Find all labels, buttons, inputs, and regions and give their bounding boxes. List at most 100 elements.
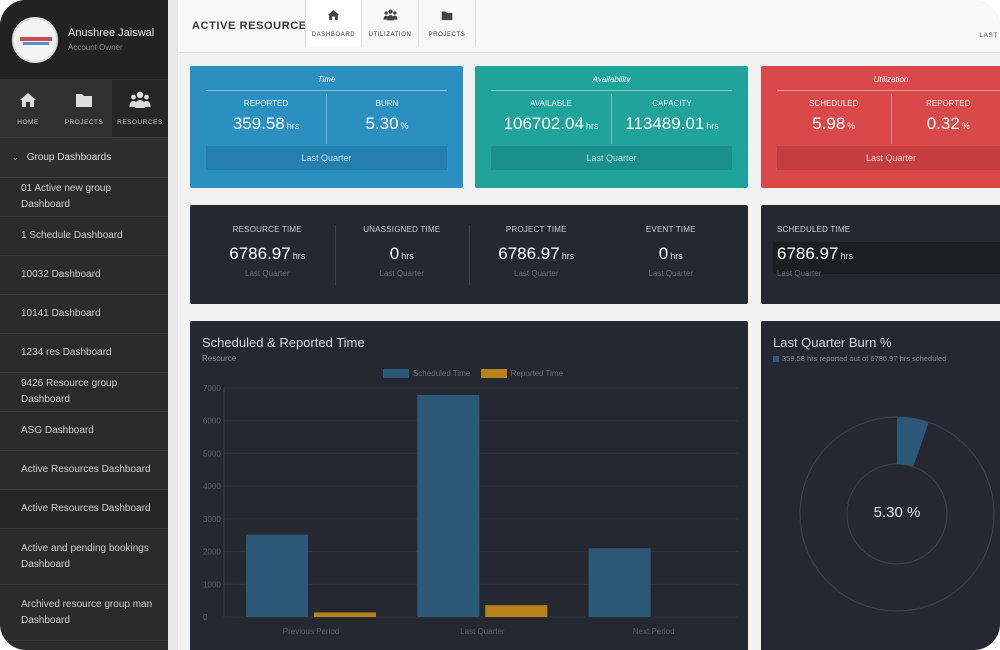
x-tick-label: Next Period [633, 627, 675, 636]
unit: hrs [840, 251, 853, 261]
unit: hrs [706, 121, 719, 131]
y-tick-label: 2000 [203, 548, 221, 557]
group-header-label: Group Dashboards [26, 152, 112, 163]
available-label: AVAILABLE [530, 99, 572, 108]
stat-value: 6786.97 [229, 244, 291, 263]
burn-label: BURN [375, 99, 399, 108]
tab-label: DASHBOARD [311, 32, 356, 38]
utilization-card: Utilization SCHEDULED 5.98% REPORTED 0.3… [761, 66, 1000, 188]
sidebar-item[interactable]: Archived resource group man Dashboard [0, 585, 168, 641]
sidebar-item[interactable]: 1234 res Dashboard [0, 334, 168, 373]
stat-resource-time: RESOURCE TIME 6786.97 hrs Last Quarter [200, 205, 335, 304]
stat-value: 6786.97 [498, 244, 560, 263]
chevron-down-icon: ⌄ [12, 153, 19, 162]
unit: % [847, 121, 856, 131]
nav-projects[interactable]: PROJECTS [56, 80, 112, 137]
home-icon [327, 9, 340, 25]
burn-donut-panel: Last Quarter Burn % 359.58 hrs reported … [761, 321, 1000, 650]
card-footer: Last Quarter [491, 146, 732, 170]
unit: hrs [670, 251, 683, 261]
profile[interactable]: Anushree Jaiswal Account Owner [0, 0, 168, 80]
y-tick-label: 5000 [203, 449, 221, 458]
sidebar-nav: HOME PROJECTS RESOURCES [0, 80, 168, 138]
unit: hrs [585, 121, 599, 131]
scheduled-value: 5.98 [812, 114, 846, 133]
nav-home[interactable]: HOME [0, 80, 56, 137]
tab-label: UTILIZATION [368, 32, 412, 38]
sidebar-item[interactable]: Active Resources Dashboard [0, 451, 168, 490]
scheduled-reported-chart: Scheduled & Reported Time Resource Sched… [190, 321, 748, 650]
availability-card: Availability AVAILABLE 106702.04 hrs CAPA… [475, 66, 748, 188]
unit: hrs [286, 121, 300, 131]
stat-label: UNASSIGNED TIME [363, 225, 441, 234]
tab-label: PROJECTS [428, 32, 466, 38]
nav-resources[interactable]: RESOURCES [112, 80, 168, 137]
card-footer: Last Quarter [777, 146, 1000, 170]
scheduled-time-panel: SCHEDULED TIME 6786.97 hrs Last Quarter [761, 205, 1000, 304]
bar-reported [485, 605, 548, 617]
stat-event-time: EVENT TIME 0 hrs Last Quarter [604, 205, 739, 304]
tab-dashboard[interactable]: DASHBOARD [305, 0, 362, 47]
bar-reported [314, 612, 376, 617]
time-stats-panel: RESOURCE TIME 6786.97 hrs Last Quarter UN… [190, 205, 748, 304]
sidebar-item-selected[interactable]: Active Resources Dashboard [0, 490, 168, 529]
stat-period: Last Quarter [514, 269, 559, 278]
bar-scheduled [246, 534, 308, 617]
stat-period: Last Quarter [379, 269, 424, 278]
y-tick-label: 7000 [203, 384, 221, 393]
users-icon [129, 91, 151, 113]
unit: % [961, 121, 970, 131]
nav-label: HOME [17, 119, 39, 126]
stat-period: Last Quarter [245, 269, 290, 278]
donut-center-label: 5.30 % [873, 504, 921, 521]
reported-label: REPORTED [926, 99, 971, 108]
users-icon [383, 9, 398, 25]
stat-value: 6786.97 [777, 244, 839, 263]
x-tick-label: Last Quarter [460, 627, 505, 636]
stat-label: RESOURCE TIME [232, 225, 302, 234]
app-frame: Anushree Jaiswal Account Owner HOME PROJ… [0, 0, 1000, 650]
unit: hrs [561, 251, 575, 261]
top-bar: ACTIVE RESOURCES DASHBOARD UTILIZATION P… [178, 0, 1000, 53]
donut-slice-burn [897, 417, 929, 467]
reported-value: 359.58 [232, 114, 285, 133]
card-title: Utilization [873, 75, 909, 84]
bar-chart-svg: 0 1000 2000 3000 4000 5000 6000 7000 Previous Pe… [203, 384, 738, 636]
period-filter[interactable]: LAST [979, 32, 998, 39]
group-dashboards-toggle[interactable]: ⌄ Group Dashboards [0, 138, 168, 178]
card-footer: Last Quarter [206, 146, 447, 170]
card-title: Time [317, 75, 336, 84]
unit: hrs [292, 251, 306, 261]
reported-label: REPORTED [243, 99, 289, 108]
y-tick-label: 3000 [203, 515, 221, 524]
y-tick-label: 6000 [203, 417, 221, 426]
capacity-value: 113489.01 [625, 114, 705, 133]
sidebar-item[interactable]: 10032 Dashboard [0, 256, 168, 295]
reported-value: 0.32 [926, 114, 960, 133]
stat-value: 0 [658, 244, 669, 263]
profile-name: Anushree Jaiswal [68, 27, 155, 39]
y-tick-label: 1000 [203, 580, 221, 589]
sidebar-item[interactable]: 1 Schedule Dashboard [0, 217, 168, 256]
sidebar-item[interactable]: 9426 Resource group Dashboard [0, 373, 168, 412]
sidebar-item[interactable]: 10141 Dashboard [0, 295, 168, 334]
sidebar-item[interactable]: ASG Dashboard [0, 412, 168, 451]
sidebar-item[interactable]: 01 Active new group Dashboard [0, 178, 168, 217]
x-tick-label: Previous Period [283, 627, 339, 636]
stat-period: Last Quarter [648, 269, 693, 278]
y-tick-label: 4000 [203, 482, 221, 491]
folder-icon [441, 9, 453, 25]
profile-role: Account Owner [68, 43, 123, 52]
scheduled-label: SCHEDULED [809, 99, 859, 108]
stat-value: 0 [389, 244, 400, 263]
stat-label: PROJECT TIME [505, 225, 567, 234]
donut-chart-svg [799, 416, 995, 612]
avatar [12, 16, 58, 63]
bar-scheduled [417, 394, 480, 617]
sidebar-item[interactable]: Active and pending bookings Dashboard [0, 529, 168, 585]
sidebar-edge [168, 0, 178, 650]
bar-scheduled [588, 548, 651, 617]
stat-project-time: PROJECT TIME 6786.97 hrs Last Quarter [469, 205, 604, 304]
tab-utilization[interactable]: UTILIZATION [362, 0, 419, 47]
tab-projects[interactable]: PROJECTS [419, 0, 476, 47]
